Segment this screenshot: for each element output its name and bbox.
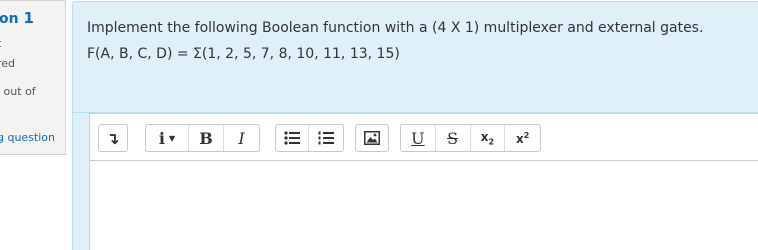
- subscript-button[interactable]: x2: [471, 125, 506, 151]
- ordered-list-button[interactable]: [309, 125, 342, 151]
- collapse-toolbar-icon: ↴: [106, 128, 120, 148]
- toolbar-group-text: U S x2 x2: [400, 124, 541, 152]
- question-label: on: [0, 11, 19, 27]
- underline-button[interactable]: U: [401, 125, 436, 151]
- subscript-mark: 2: [488, 137, 495, 147]
- info-icon: i: [158, 128, 165, 148]
- unordered-list-button[interactable]: [276, 125, 309, 151]
- paragraph-styles-button[interactable]: i ▼: [146, 125, 189, 151]
- toolbar-group-media: [355, 124, 389, 152]
- bold-icon: B: [199, 128, 213, 148]
- answer-editor: ↴ i ▼ B I U S x2 x2: [72, 113, 758, 250]
- collapse-button[interactable]: ↴: [99, 125, 127, 151]
- question-text-line1: Implement the following Boolean function…: [87, 20, 704, 36]
- subscript-icon: x2: [481, 130, 494, 146]
- toolbar-group-lists: [275, 124, 344, 152]
- unordered-list-icon: [284, 131, 300, 145]
- toolbar-group-collapse: ↴: [98, 124, 128, 152]
- question-page: on 1 t red l out of g question Implement…: [0, 0, 758, 250]
- question-status-line1: t: [0, 37, 1, 50]
- question-number: on 1: [0, 9, 34, 27]
- italic-icon: I: [238, 128, 245, 148]
- strikethrough-button[interactable]: S: [436, 125, 471, 151]
- superscript-mark: 2: [523, 130, 530, 140]
- insert-image-button[interactable]: [356, 125, 388, 151]
- question-info-panel: on 1 t red l out of g question: [0, 0, 66, 155]
- superscript-button[interactable]: x2: [505, 125, 540, 151]
- question-number-value: 1: [23, 9, 34, 27]
- editor-toolbar: ↴ i ▼ B I U S x2 x2: [89, 113, 758, 161]
- bold-button[interactable]: B: [189, 125, 224, 151]
- editor-content-area[interactable]: [89, 161, 758, 250]
- superscript-base: x: [515, 131, 524, 146]
- italic-button[interactable]: I: [224, 125, 259, 151]
- underline-icon: U: [411, 128, 425, 148]
- toolbar-group-format: i ▼ B I: [145, 124, 260, 152]
- question-mark-line: l out of: [0, 85, 36, 98]
- question-text-panel: Implement the following Boolean function…: [72, 1, 758, 113]
- flag-question-link[interactable]: g question: [0, 131, 55, 144]
- question-formula: F(A, B, C, D) = Σ(1, 2, 5, 7, 8, 10, 11,…: [87, 46, 400, 62]
- question-status-line2: red: [0, 57, 16, 70]
- ordered-list-icon: [318, 131, 334, 145]
- image-icon: [364, 131, 380, 145]
- strikethrough-icon: S: [447, 128, 459, 148]
- chevron-down-icon: ▼: [168, 133, 176, 143]
- superscript-icon: x2: [516, 131, 529, 146]
